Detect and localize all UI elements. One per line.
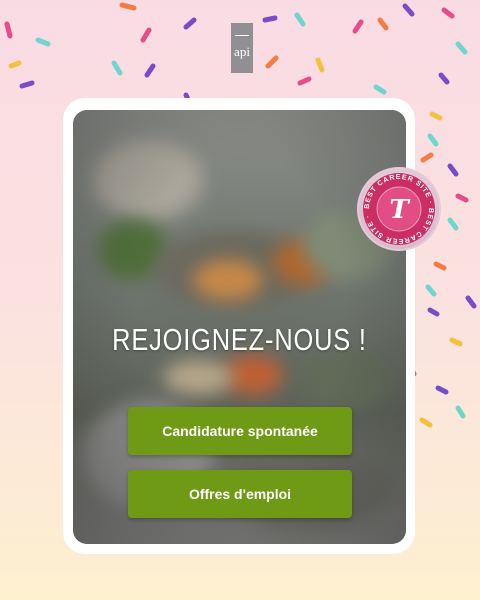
page-heading: REJOIGNEZ-NOUS ! bbox=[112, 322, 367, 357]
api-logo: api bbox=[231, 23, 253, 73]
best-career-site-badge: BEST CAREER SITE · BEST CAREER SITE · T bbox=[357, 167, 441, 251]
badge-letter: T bbox=[389, 195, 410, 225]
spontaneous-application-button[interactable]: Candidature spontanée bbox=[128, 407, 352, 455]
logo-text: api bbox=[234, 44, 250, 59]
job-offers-button[interactable]: Offres d'emploi bbox=[128, 470, 352, 518]
